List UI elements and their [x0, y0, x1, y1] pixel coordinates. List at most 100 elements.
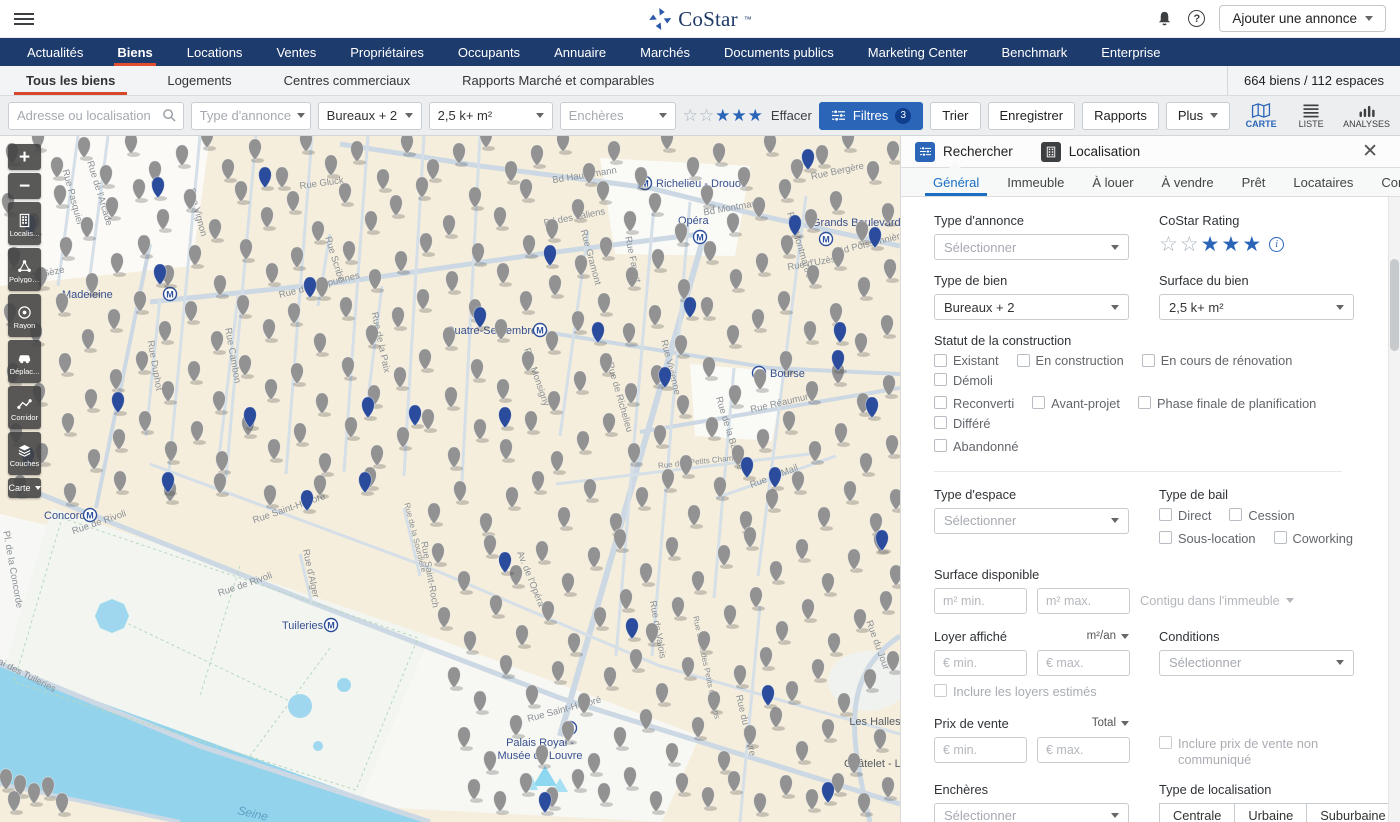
construction-avant-projet-checkbox[interactable]: Avant-projet — [1032, 396, 1120, 412]
type-annonce-select[interactable]: Sélectionner — [934, 234, 1129, 260]
save-button[interactable]: Enregistrer — [988, 102, 1076, 130]
star-empty-icon[interactable]: ☆ — [1180, 234, 1201, 255]
zoom-in-button[interactable]: + — [8, 144, 41, 170]
star-filled-icon[interactable]: ★ — [1201, 234, 1222, 255]
nav-item-benchmark[interactable]: Benchmark — [985, 38, 1085, 66]
panel-tab-général[interactable]: Général — [919, 168, 993, 196]
couches-button[interactable]: Couches — [8, 432, 41, 475]
star-empty-icon[interactable]: ☆ — [1159, 234, 1180, 255]
nav-item-documents-publics[interactable]: Documents publics — [707, 38, 851, 66]
zoom-out-button[interactable]: − — [8, 173, 41, 199]
panel-tab-contacts[interactable]: Contacts — [1367, 168, 1400, 196]
construction-en-cours-de-rénovation-checkbox[interactable]: En cours de rénovation — [1142, 353, 1293, 369]
subnav-item-rapports-march-et-comparables[interactable]: Rapports Marché et comparables — [436, 66, 680, 95]
star-filled-icon[interactable]: ★ — [748, 107, 764, 124]
construction-existant-checkbox[interactable]: Existant — [934, 353, 999, 369]
view-analyses[interactable]: ANALYSES — [1343, 103, 1390, 129]
construction-démoli-checkbox[interactable]: Démoli — [934, 373, 993, 389]
loyer-unit-dropdown[interactable]: m²/an — [1087, 630, 1129, 642]
panel-tab-à-louer[interactable]: À louer — [1078, 168, 1147, 196]
construction-phase-finale-de-planification-checkbox[interactable]: Phase finale de planification — [1138, 396, 1316, 412]
panel-tab-prêt[interactable]: Prêt — [1228, 168, 1280, 196]
help-icon[interactable]: ? — [1188, 10, 1205, 27]
panel-scrollbar[interactable] — [1388, 197, 1400, 822]
include-undisclosed-price-checkbox[interactable]: Inclure prix de vente non communiqué — [1159, 736, 1349, 768]
construction-différé-checkbox[interactable]: Différé — [934, 416, 990, 432]
loyer-min-input[interactable] — [934, 650, 1027, 676]
notifications-bell-icon[interactable] — [1154, 9, 1174, 29]
star-filled-icon[interactable]: ★ — [731, 107, 747, 124]
surface-max-input[interactable] — [1037, 588, 1130, 614]
localiser-button[interactable]: Localis... — [8, 202, 41, 245]
construction-en-construction-checkbox[interactable]: En construction — [1017, 353, 1124, 369]
deplacement-button[interactable]: Déplac... — [8, 340, 41, 383]
nav-item-propri-taires[interactable]: Propriétaires — [333, 38, 441, 66]
corridor-button[interactable]: Corridor — [8, 386, 41, 429]
star-filled-icon[interactable]: ★ — [715, 107, 731, 124]
location-type-centrale[interactable]: Centrale — [1159, 803, 1235, 822]
more-button[interactable]: Plus — [1166, 102, 1230, 130]
nav-item-actualit-s[interactable]: Actualités — [10, 38, 100, 66]
loyer-max-input[interactable] — [1037, 650, 1130, 676]
costar-rating-stars[interactable]: ☆☆★★★ — [1159, 234, 1263, 255]
scrollbar-thumb[interactable] — [1390, 259, 1399, 351]
prix-min-input[interactable] — [934, 737, 1027, 763]
subnav-item-centres-commerciaux[interactable]: Centres commerciaux — [258, 66, 436, 95]
construction-abandonné-checkbox[interactable]: Abandonné — [934, 439, 1018, 455]
type-bien-select[interactable]: Bureaux + 2 — [934, 294, 1129, 320]
bail-coworking-checkbox[interactable]: Coworking — [1274, 531, 1353, 547]
nav-item-march-s[interactable]: Marchés — [623, 38, 707, 66]
surface-filter[interactable]: 2,5 k+ m² — [429, 102, 553, 130]
star-empty-icon[interactable]: ☆ — [699, 107, 715, 124]
search-input[interactable] — [8, 102, 184, 130]
subnav-item-tous-les-biens[interactable]: Tous les biens — [0, 66, 141, 95]
tab-rechercher[interactable]: Rechercher — [915, 136, 1031, 167]
rayon-button[interactable]: Rayon — [8, 294, 41, 337]
close-panel-icon[interactable]: ✕ — [1362, 142, 1386, 161]
rating-filter-stars[interactable]: ☆☆★★★ — [683, 107, 764, 124]
view-liste[interactable]: LISTE — [1293, 103, 1329, 129]
view-carte[interactable]: CARTE — [1243, 103, 1279, 129]
surface-bien-select[interactable]: 2,5 k+ m² — [1159, 294, 1354, 320]
location-type-suburbaine[interactable]: Suburbaine — [1307, 803, 1399, 822]
surface-min-input[interactable] — [934, 588, 1027, 614]
include-estimated-rents-checkbox[interactable]: Inclure les loyers estimés — [934, 684, 1342, 700]
star-filled-icon[interactable]: ★ — [1221, 234, 1242, 255]
type-bien-filter[interactable]: Bureaux + 2 — [318, 102, 422, 130]
construction-reconverti-checkbox[interactable]: Reconverti — [934, 396, 1014, 412]
polygone-button[interactable]: Polygone — [8, 248, 41, 291]
panel-tab-à-vendre[interactable]: À vendre — [1148, 168, 1228, 196]
nav-item-biens[interactable]: Biens — [100, 38, 169, 66]
nav-item-locations[interactable]: Locations — [170, 38, 260, 66]
conditions-select[interactable]: Sélectionner — [1159, 650, 1354, 676]
prix-max-input[interactable] — [1037, 737, 1130, 763]
carte-style-button[interactable]: Carte — [8, 478, 41, 498]
contiguous-dropdown[interactable]: Contigu dans l'immeuble — [1140, 593, 1294, 608]
add-listing-button[interactable]: Ajouter une annonce — [1219, 5, 1386, 32]
prix-unit-dropdown[interactable]: Total — [1092, 717, 1129, 729]
star-empty-icon[interactable]: ☆ — [683, 107, 699, 124]
type-annonce-filter[interactable]: Type d'annonce — [191, 102, 311, 130]
filters-button[interactable]: Filtres 3 — [819, 102, 923, 130]
panel-tab-immeuble[interactable]: Immeuble — [993, 168, 1078, 196]
nav-item-occupants[interactable]: Occupants — [441, 38, 537, 66]
nav-item-enterprise[interactable]: Enterprise — [1084, 38, 1177, 66]
type-espace-select[interactable]: Sélectionner — [934, 508, 1129, 534]
sort-button[interactable]: Trier — [930, 102, 980, 130]
panel-tab-locataires[interactable]: Locataires — [1279, 168, 1367, 196]
clear-filters-link[interactable]: Effacer — [771, 108, 812, 123]
subnav-item-logements[interactable]: Logements — [141, 66, 257, 95]
reports-button[interactable]: Rapports — [1082, 102, 1159, 130]
encheres-filter[interactable]: Enchères — [560, 102, 676, 130]
hamburger-menu-icon[interactable] — [14, 13, 34, 25]
star-filled-icon[interactable]: ★ — [1242, 234, 1263, 255]
tab-localisation[interactable]: Localisation — [1041, 136, 1158, 167]
location-type-urbaine[interactable]: Urbaine — [1235, 803, 1307, 822]
bail-direct-checkbox[interactable]: Direct — [1159, 508, 1211, 524]
map-canvas[interactable]: Bd HaussmannRue BergèreBd des ItaliensBd… — [0, 136, 900, 822]
nav-item-marketing-center[interactable]: Marketing Center — [851, 38, 985, 66]
bail-cession-checkbox[interactable]: Cession — [1229, 508, 1294, 524]
nav-item-ventes[interactable]: Ventes — [259, 38, 333, 66]
info-icon[interactable]: i — [1269, 237, 1284, 252]
bail-sous-location-checkbox[interactable]: Sous-location — [1159, 531, 1256, 547]
